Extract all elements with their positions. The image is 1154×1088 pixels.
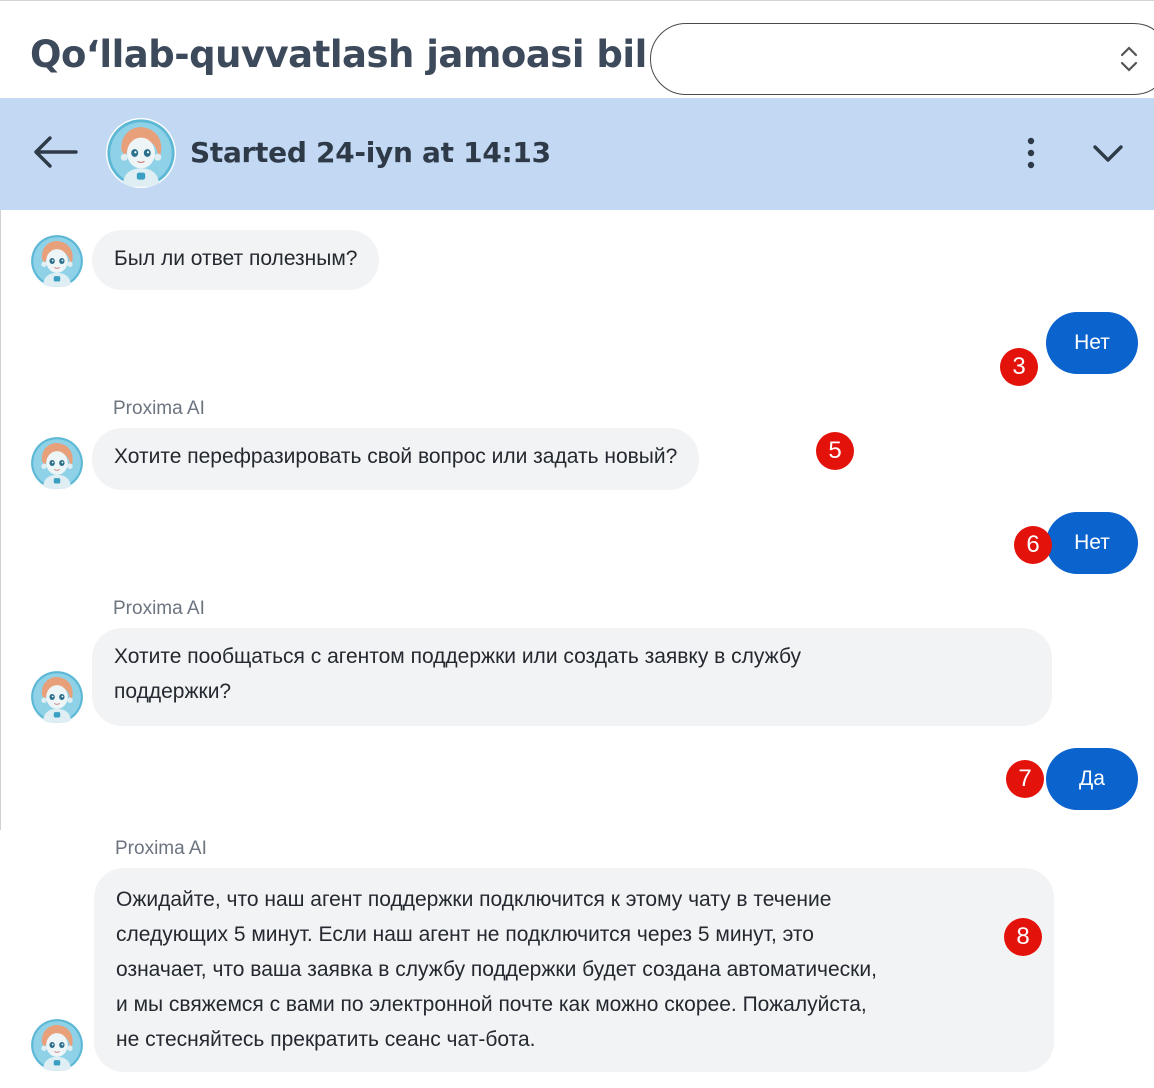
user-message: Да bbox=[1046, 748, 1138, 810]
bot-avatar bbox=[30, 234, 84, 288]
message-line: Хотите пообщаться с агентом поддержки ил… bbox=[114, 645, 802, 668]
bot-message: Был ли ответ полезным? bbox=[92, 230, 380, 290]
bot-message: Ожидайте, что наш агент поддержки подклю… bbox=[94, 868, 1054, 1072]
select-updown-icon[interactable] bbox=[1116, 41, 1142, 77]
page-title: Qo‘llab-quvvatlash jamoasi bil... bbox=[30, 33, 688, 76]
more-vertical-icon[interactable] bbox=[1016, 134, 1046, 174]
message-line: не стесняйтесь прекратить сеанс чат-бота… bbox=[116, 1028, 536, 1051]
annotation-badge: 6 bbox=[1014, 526, 1052, 564]
message-line: следующих 5 минут. Если наш агент не под… bbox=[116, 923, 814, 946]
message-line: поддержки? bbox=[114, 680, 232, 703]
chevron-down-icon[interactable] bbox=[1088, 138, 1128, 170]
bot-avatar bbox=[30, 1018, 84, 1072]
bot-message: Хотите перефразировать свой вопрос или з… bbox=[92, 428, 700, 490]
annotation-badge: 7 bbox=[1006, 760, 1044, 798]
divider bbox=[0, 210, 1, 830]
back-arrow-icon[interactable] bbox=[30, 130, 82, 174]
annotation-badge: 8 bbox=[1004, 918, 1042, 956]
page-header: Qo‘llab-quvvatlash jamoasi bil... bbox=[0, 0, 1154, 98]
message-line: означает, что ваша заявка в службу подде… bbox=[116, 958, 877, 981]
sender-name: Proxima AI bbox=[113, 598, 205, 619]
conversation-select[interactable] bbox=[650, 23, 1154, 95]
sender-name: Proxima AI bbox=[115, 838, 207, 859]
bot-avatar bbox=[106, 118, 176, 188]
message-line: Ожидайте, что наш агент поддержки подклю… bbox=[116, 888, 832, 911]
annotation-badge: 5 bbox=[816, 432, 854, 470]
bot-avatar bbox=[30, 436, 84, 490]
chat-thread: Был ли ответ полезным? Нет 3 Proxima AI … bbox=[0, 210, 1154, 1088]
sender-name: Proxima AI bbox=[113, 398, 205, 419]
bot-message: Хотите пообщаться с агентом поддержки ил… bbox=[92, 628, 1052, 726]
chat-header: Started 24-iyn at 14:13 bbox=[0, 98, 1154, 210]
user-message: Нет bbox=[1046, 312, 1138, 374]
user-message: Нет bbox=[1046, 512, 1138, 574]
bot-avatar bbox=[30, 670, 84, 724]
message-line: и мы свяжемся с вами по электронной почт… bbox=[116, 993, 867, 1016]
chat-started-title: Started 24-iyn at 14:13 bbox=[190, 136, 551, 169]
annotation-badge: 3 bbox=[1000, 348, 1038, 386]
